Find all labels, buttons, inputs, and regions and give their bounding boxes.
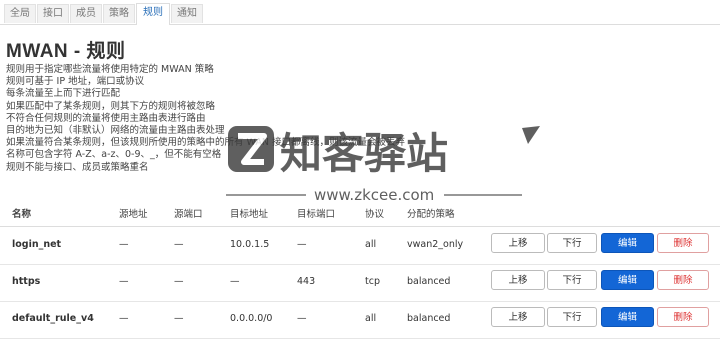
edit-button[interactable]: 编辑 bbox=[601, 270, 654, 290]
rule-dport: 443 bbox=[297, 276, 316, 287]
description-line: 名称可包含字符 A-Z、a-z、0-9、_，但不能有空格 bbox=[6, 149, 222, 161]
rule-dest: 10.0.1.5 bbox=[230, 239, 270, 250]
rule-dest: — bbox=[230, 276, 240, 287]
rule-dport: — bbox=[297, 239, 307, 250]
rule-src: — bbox=[119, 313, 129, 324]
description-line: 目的地为已知（非默认）网络的流量由主路由表处理 bbox=[6, 125, 225, 137]
rule-sport: — bbox=[174, 239, 184, 250]
column-header-proto: 协议 bbox=[365, 209, 385, 220]
rule-name: login_net bbox=[12, 239, 62, 250]
rule-src: — bbox=[119, 276, 129, 287]
rule-name: https bbox=[12, 276, 41, 287]
delete-button[interactable]: 删除 bbox=[657, 270, 709, 290]
column-header-src: 源地址 bbox=[119, 209, 148, 220]
page-description: 规则用于指定哪些流量将使用特定的 MWAN 策略 规则可基于 IP 地址，端口或… bbox=[6, 64, 405, 174]
table-row: login_net — — 10.0.1.5 — all vwan2_only … bbox=[0, 227, 720, 265]
rule-proto: all bbox=[365, 239, 377, 250]
rule-dest: 0.0.0.0/0 bbox=[230, 313, 273, 324]
move-up-button[interactable]: 上移 bbox=[491, 307, 545, 327]
delete-button[interactable]: 删除 bbox=[657, 233, 709, 253]
delete-button[interactable]: 删除 bbox=[657, 307, 709, 327]
rule-proto: tcp bbox=[365, 276, 380, 287]
move-down-button[interactable]: 下行 bbox=[547, 233, 597, 253]
tab-global[interactable]: 全局 bbox=[4, 4, 36, 23]
rule-sport: — bbox=[174, 313, 184, 324]
edit-button[interactable]: 编辑 bbox=[601, 307, 654, 327]
tab-members[interactable]: 成员 bbox=[70, 4, 102, 23]
description-line: 每条流量至上而下进行匹配 bbox=[6, 88, 121, 100]
rule-policy: balanced bbox=[407, 276, 451, 287]
rule-src: — bbox=[119, 239, 129, 250]
rule-sport: — bbox=[174, 276, 184, 287]
tab-bar: 全局 接口 成员 策略 规则 通知 bbox=[0, 0, 720, 25]
column-header-dest: 目标地址 bbox=[230, 209, 269, 220]
description-line: 规则不能与接口、成员或策略重名 bbox=[6, 161, 149, 173]
rule-policy: balanced bbox=[407, 313, 451, 324]
column-header-name: 名称 bbox=[12, 209, 32, 220]
move-up-button[interactable]: 上移 bbox=[491, 270, 545, 290]
move-down-button[interactable]: 下行 bbox=[547, 270, 597, 290]
description-line: 规则可基于 IP 地址，端口或协议 bbox=[6, 76, 145, 88]
tab-interfaces[interactable]: 接口 bbox=[37, 4, 69, 23]
table-row: https — — — 443 tcp balanced 上移 下行 编辑 删除 bbox=[0, 264, 720, 302]
column-header-sport: 源端口 bbox=[174, 209, 203, 220]
description-line: 不符合任何规则的流量将使用主路由表进行路由 bbox=[6, 112, 206, 124]
tab-rules[interactable]: 规则 bbox=[136, 3, 170, 25]
rule-dport: — bbox=[297, 313, 307, 324]
column-header-policy: 分配的策略 bbox=[407, 209, 455, 220]
watermark-arrow-icon bbox=[522, 126, 540, 144]
move-down-button[interactable]: 下行 bbox=[547, 307, 597, 327]
tab-notify[interactable]: 通知 bbox=[171, 4, 203, 23]
page-title: MWAN - 规则 bbox=[6, 41, 126, 62]
tab-policies[interactable]: 策略 bbox=[103, 4, 135, 23]
table-row: default_rule_v4 — — 0.0.0.0/0 — all bala… bbox=[0, 301, 720, 339]
move-up-button[interactable]: 上移 bbox=[491, 233, 545, 253]
description-line: 规则用于指定哪些流量将使用特定的 MWAN 策略 bbox=[6, 64, 214, 75]
edit-button[interactable]: 编辑 bbox=[601, 233, 654, 253]
rule-name: default_rule_v4 bbox=[12, 313, 94, 324]
description-line: 如果流量符合某条规则，但该规则所使用的策略中的所有 WAN 接口都离线，则该流量… bbox=[6, 137, 406, 149]
description-line: 如果匹配中了某条规则，则其下方的规则将被忽略 bbox=[6, 100, 216, 112]
column-header-dport: 目标端口 bbox=[297, 209, 336, 220]
rule-policy: vwan2_only bbox=[407, 239, 464, 250]
watermark-url: www.zkcee.com bbox=[314, 186, 434, 204]
rule-proto: all bbox=[365, 313, 377, 324]
